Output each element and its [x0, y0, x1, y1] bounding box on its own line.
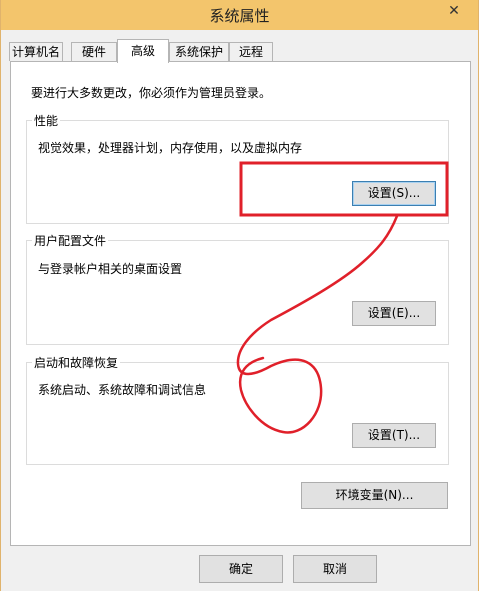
user-profiles-description: 与登录帐户相关的桌面设置 — [38, 262, 183, 276]
startup-recovery-group: 启动和故障恢复 系统启动、系统故障和调试信息 — [26, 354, 449, 465]
ok-button[interactable]: 确定 — [199, 555, 283, 583]
tab-hardware[interactable]: 硬件 — [71, 42, 117, 61]
tab-system-protection[interactable]: 系统保护 — [169, 42, 229, 61]
performance-description: 视觉效果，处理器计划，内存使用，以及虚拟内存 — [38, 141, 303, 155]
performance-settings-button[interactable]: 设置(S)... — [352, 181, 436, 206]
window-title: 系统属性 — [209, 7, 270, 25]
tab-computer-name[interactable]: 计算机名 — [9, 42, 63, 61]
startup-recovery-description: 系统启动、系统故障和调试信息 — [38, 383, 207, 397]
user-profiles-group: 用户配置文件 与登录帐户相关的桌面设置 — [26, 232, 449, 345]
startup-recovery-group-title: 启动和故障恢复 — [32, 354, 121, 371]
tab-advanced[interactable]: 高级 — [117, 39, 169, 63]
title-bar[interactable]: 系统属性 ✕ — [1, 0, 478, 30]
performance-group-title: 性能 — [32, 112, 61, 129]
user-profiles-group-title: 用户配置文件 — [32, 232, 109, 249]
user-profiles-settings-button[interactable]: 设置(E)... — [352, 301, 436, 326]
performance-group: 性能 视觉效果，处理器计划，内存使用，以及虚拟内存 — [26, 112, 449, 224]
tab-remote[interactable]: 远程 — [229, 42, 273, 61]
admin-note: 要进行大多数更改，你必须作为管理员登录。 — [31, 86, 272, 100]
environment-variables-button[interactable]: 环境变量(N)... — [301, 482, 448, 509]
startup-recovery-settings-button[interactable]: 设置(T)... — [352, 423, 436, 448]
system-properties-window: 系统属性 ✕ 计算机名 硬件 高级 系统保护 远程 要进行大多数更改，你必须作为… — [0, 0, 479, 591]
cancel-button[interactable]: 取消 — [293, 555, 377, 583]
close-icon[interactable]: ✕ — [436, 0, 472, 22]
